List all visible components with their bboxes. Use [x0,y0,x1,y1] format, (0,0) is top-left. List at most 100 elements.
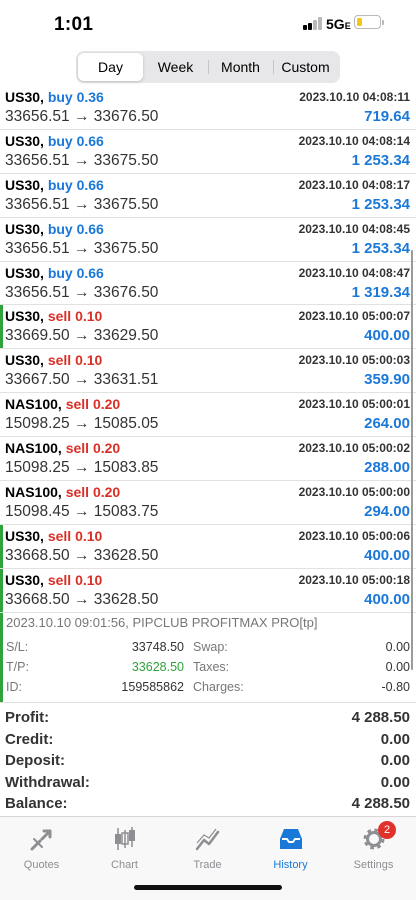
deal-time: 2023.10.10 05:00:18 [298,572,410,587]
summary-profit-row: Profit: 4 288.50 [0,707,416,729]
summary-balance-row: Balance: 4 288.50 [0,793,416,815]
deal-side-volume: sell 0.20 [65,440,121,457]
summary-value: 0.00 [380,730,410,748]
trade-icon [195,828,219,851]
deal-row[interactable]: US30, buy 0.66 2023.10.10 04:08:47 33656.5… [0,262,416,306]
deal-symbol: US30, buy 0.66 [5,176,104,193]
history-icon [279,829,302,849]
summary-value: 0.00 [380,752,410,770]
deal-row[interactable]: US30, sell 0.10 2023.10.10 05:00:03 33667.… [0,349,416,394]
deal-time: 2023.10.10 05:00:07 [298,309,410,324]
summary-label: Credit: [5,730,54,748]
summary-withdrawal-row: Withdrawal: 0.00 [0,772,416,794]
cellular-signal-icon [303,17,323,30]
period-day-tab[interactable]: Day [78,53,143,81]
deal-prices: 33656.51 → 33676.50 [5,283,159,301]
summary-label: Profit: [5,709,50,726]
deal-time: 2023.10.10 04:08:17 [298,177,410,192]
deal-prices: 33656.51 → 33676.50 [5,108,159,125]
deal-profit: 1 253.34 [351,151,410,169]
deal-details: 2023.10.10 09:01:56, PIPCLUB PROFITMAX P… [0,613,416,703]
deal-time: 2023.10.10 04:08:45 [298,221,410,236]
deal-profit: 294.00 [364,503,410,521]
period-week-tab[interactable]: Week [143,53,208,81]
deal-side-volume: sell 0.20 [65,484,121,501]
deal-time: 2023.10.10 05:00:06 [298,528,410,543]
deal-prices: 33668.50 → 33628.50 [5,590,159,608]
deal-time: 2023.10.10 05:00:03 [298,353,410,368]
account-summary: Profit: 4 288.50 Credit: 0.00 Deposit: 0… [0,707,416,815]
deal-symbol: NAS100, sell 0.20 [5,440,121,457]
deal-symbol: US30, buy 0.66 [5,132,104,149]
deal-side-volume: sell 0.10 [47,352,103,369]
deal-row[interactable]: NAS100, sell 0.20 2023.10.10 05:00:02 1509… [0,437,416,482]
deal-prices: 15098.45 → 15083.75 [5,503,159,521]
tab-label: Settings [353,859,394,871]
deals-list: US30, buy 0.36 2023.10.10 04:08:11 33656.5… [0,86,416,613]
id-label: ID: [6,680,22,694]
deal-row[interactable]: US30, sell 0.10 2023.10.10 05:00:07 33669.… [0,305,416,350]
deal-symbol: US30, sell 0.10 [5,308,103,325]
deal-profit: 400.00 [364,590,410,608]
deal-row[interactable]: US30, sell 0.10 2023.10.10 05:00:18 33668.… [0,568,416,613]
notification-badge: 2 [378,821,396,839]
sl-value: 33748.50 [131,640,184,654]
deal-time: 2023.10.10 04:08:11 [299,90,410,104]
deal-prices: 15098.25 → 15083.85 [5,459,159,477]
deal-row[interactable]: US30, buy 0.66 2023.10.10 04:08:45 33656.5… [0,218,416,262]
swap-value: 0.00 [385,640,410,654]
swap-label: Swap: [193,640,228,654]
summary-credit-row: Credit: 0.00 [0,729,416,751]
deal-row[interactable]: NAS100, sell 0.20 2023.10.10 05:00:00 1509… [0,481,416,525]
deal-row[interactable]: US30, buy 0.36 2023.10.10 04:08:11 33656.5… [0,86,416,130]
deal-prices: 33667.50 → 33631.51 [5,371,159,389]
deal-row[interactable]: US30, buy 0.66 2023.10.10 04:08:14 33656.5… [0,130,416,174]
deal-prices: 33656.51 → 33675.50 [5,195,159,213]
tab-trade[interactable]: Trade [166,825,249,871]
deal-prices: 33656.51 → 33675.50 [5,239,159,257]
deal-time: 2023.10.10 05:00:02 [298,441,410,456]
status-time: 1:01 [54,14,94,35]
deal-symbol: NAS100, sell 0.20 [5,484,121,501]
summary-label: Withdrawal: [5,773,90,791]
tab-history[interactable]: History [249,825,332,871]
deal-prices: 33669.50 → 33629.50 [5,327,159,345]
taxes-value: 0.00 [385,660,410,674]
tab-quotes[interactable]: Quotes [0,825,83,871]
charges-value: -0.80 [381,680,411,694]
tab-label: Trade [193,859,222,871]
deal-row[interactable]: US30, buy 0.66 2023.10.10 04:08:17 33656.5… [0,174,416,218]
period-custom-tab[interactable]: Custom [273,53,338,81]
deal-side-volume: buy 0.66 [47,264,104,281]
home-indicator [134,885,282,890]
deal-prices: 15098.25 → 15085.05 [5,415,159,433]
battery-icon [354,15,384,29]
deal-profit: 288.00 [364,459,410,477]
deal-side-volume: buy 0.66 [47,176,104,193]
taxes-label: Taxes: [193,660,230,674]
id-value: 159585862 [121,680,184,694]
deal-symbol: US30, sell 0.10 [5,571,103,588]
period-selector: Day Week Month Custom [76,51,340,83]
deal-row[interactable]: US30, sell 0.10 2023.10.10 05:00:06 33668.… [0,524,416,569]
period-month-tab[interactable]: Month [208,53,273,81]
tab-chart[interactable]: Chart [83,825,166,871]
quotes-icon [30,829,51,851]
summary-value: 4 288.50 [351,795,410,813]
summary-label: Deposit: [5,752,65,770]
scrollbar[interactable] [410,250,413,670]
charges-label: Charges: [193,680,244,694]
tab-label: History [273,859,308,871]
tab-label: Quotes [23,859,60,871]
summary-deposit-row: Deposit: 0.00 [0,750,416,772]
deal-profit: 719.64 [364,108,410,125]
deal-profit: 359.90 [364,371,410,389]
deal-symbol: US30, buy 0.66 [5,264,104,281]
deal-side-volume: sell 0.10 [47,308,103,325]
deal-profit: 264.00 [364,415,410,433]
deal-row[interactable]: NAS100, sell 0.20 2023.10.10 05:00:01 1509… [0,393,416,438]
tp-value: 33628.50 [131,660,184,674]
tab-settings[interactable]: 2 Settings [332,821,415,871]
status-bar: 1:01 5GE [0,0,416,48]
deal-comment: 2023.10.10 09:01:56, PIPCLUB PROFITMAX P… [6,615,318,630]
